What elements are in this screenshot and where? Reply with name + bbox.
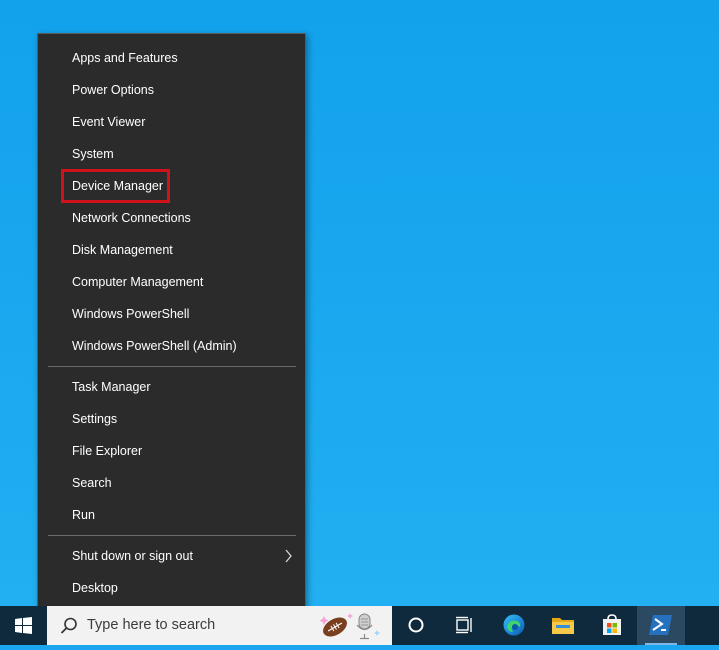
- windows-logo-icon: [15, 617, 32, 634]
- menu-item-settings[interactable]: Settings: [38, 404, 305, 434]
- menu-item-run[interactable]: Run: [38, 500, 305, 530]
- menu-item-label: System: [72, 147, 114, 161]
- file-explorer-button[interactable]: [539, 606, 587, 645]
- store-icon: [603, 614, 621, 635]
- cortana-icon: [408, 617, 424, 633]
- menu-item-apps-and-features[interactable]: Apps and Features: [38, 43, 305, 73]
- menu-item-windows-powershell[interactable]: Windows PowerShell: [38, 299, 305, 329]
- menu-item-desktop[interactable]: Desktop: [38, 573, 305, 603]
- menu-item-power-options[interactable]: Power Options: [38, 75, 305, 105]
- powershell-icon: [649, 615, 672, 635]
- menu-item-shut-down-or-sign-out[interactable]: Shut down or sign out: [38, 541, 305, 571]
- menu-item-file-explorer[interactable]: File Explorer: [38, 436, 305, 466]
- edge-button[interactable]: [490, 606, 538, 645]
- menu-item-label: Shut down or sign out: [72, 549, 193, 563]
- menu-item-label: Windows PowerShell (Admin): [72, 339, 237, 353]
- powershell-button[interactable]: [637, 606, 685, 645]
- edge-icon: [503, 614, 525, 636]
- menu-item-label: Desktop: [72, 581, 118, 595]
- menu-item-system[interactable]: System: [38, 139, 305, 169]
- task-view-button[interactable]: [440, 606, 488, 645]
- taskbar-search-box[interactable]: Type here to search: [47, 606, 392, 645]
- device-manager-highlight-box: [61, 169, 170, 203]
- menu-item-label: Power Options: [72, 83, 154, 97]
- menu-item-label: Task Manager: [72, 380, 151, 394]
- taskbar: Type here to search: [0, 606, 719, 645]
- search-placeholder: Type here to search: [87, 617, 216, 633]
- menu-separator: [48, 366, 296, 367]
- menu-item-label: File Explorer: [72, 444, 143, 458]
- menu-item-windows-powershell-admin[interactable]: Windows PowerShell (Admin): [38, 331, 305, 361]
- menu-item-disk-management[interactable]: Disk Management: [38, 235, 305, 265]
- menu-item-label: Run: [72, 508, 95, 522]
- menu-item-label: Event Viewer: [72, 115, 146, 129]
- menu-item-event-viewer[interactable]: Event Viewer: [38, 107, 305, 137]
- cortana-button[interactable]: [392, 606, 440, 645]
- task-view-icon: [456, 616, 472, 634]
- menu-item-label: Search: [72, 476, 112, 490]
- winx-context-menu: Apps and Features Power Options Event Vi…: [37, 33, 306, 611]
- file-explorer-icon: [552, 618, 574, 634]
- menu-item-network-connections[interactable]: Network Connections: [38, 203, 305, 233]
- store-button[interactable]: [588, 606, 636, 645]
- menu-item-label: Settings: [72, 412, 118, 426]
- menu-item-label: Apps and Features: [72, 51, 178, 65]
- menu-item-label: Network Connections: [72, 211, 191, 225]
- menu-item-label: Disk Management: [72, 243, 173, 257]
- search-highlight-illustration-icon[interactable]: [317, 610, 389, 642]
- menu-item-search[interactable]: Search: [38, 468, 305, 498]
- menu-item-task-manager[interactable]: Task Manager: [38, 372, 305, 402]
- menu-item-label: Computer Management: [72, 275, 204, 289]
- menu-item-computer-management[interactable]: Computer Management: [38, 267, 305, 297]
- start-button[interactable]: [0, 606, 47, 645]
- menu-separator: [48, 535, 296, 536]
- search-icon: [60, 617, 77, 634]
- menu-item-label: Windows PowerShell: [72, 307, 190, 321]
